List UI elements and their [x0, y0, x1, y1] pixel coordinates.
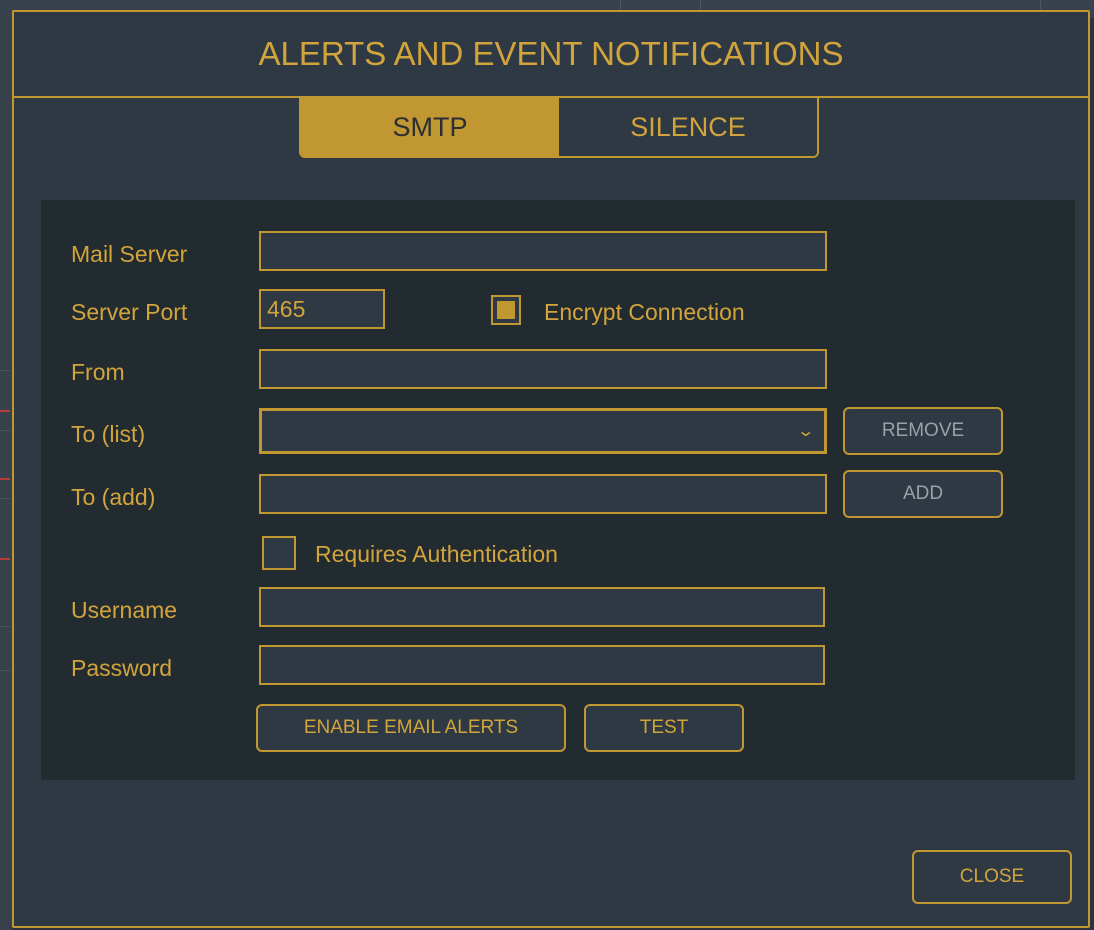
enable-email-alerts-button[interactable]: ENABLE EMAIL ALERTS — [256, 704, 566, 752]
username-input[interactable] — [259, 587, 825, 627]
to-list-dropdown[interactable]: ⌄ — [259, 408, 827, 454]
background-marker — [0, 558, 10, 560]
add-button[interactable]: ADD — [843, 470, 1003, 518]
dialog-title: ALERTS AND EVENT NOTIFICATIONS — [14, 12, 1088, 98]
from-input[interactable] — [259, 349, 827, 389]
background-app-edge — [0, 18, 12, 930]
requires-authentication-checkbox[interactable] — [262, 536, 296, 570]
background-marker — [0, 410, 10, 412]
to-list-label: To (list) — [71, 421, 146, 447]
background-divider — [0, 430, 10, 431]
mail-server-label: Mail Server — [71, 241, 188, 267]
background-divider — [0, 626, 10, 627]
password-input[interactable] — [259, 645, 825, 685]
chevron-down-icon: ⌄ — [795, 423, 815, 440]
to-add-input[interactable] — [259, 474, 827, 514]
password-label: Password — [71, 655, 172, 681]
server-port-input[interactable] — [259, 289, 385, 329]
checkbox-checked-fill — [497, 301, 515, 319]
server-port-label: Server Port — [71, 299, 188, 325]
background-divider — [0, 370, 10, 371]
tab-silence[interactable]: SILENCE — [559, 98, 817, 156]
background-divider — [0, 498, 10, 499]
remove-button[interactable]: REMOVE — [843, 407, 1003, 455]
encrypt-connection-checkbox[interactable] — [491, 295, 521, 325]
tab-smtp[interactable]: SMTP — [301, 98, 559, 156]
mail-server-input[interactable] — [259, 231, 827, 271]
tab-bar: SMTP SILENCE — [299, 98, 819, 158]
background-divider — [0, 670, 10, 671]
requires-authentication-label: Requires Authentication — [315, 541, 558, 567]
alerts-dialog: ALERTS AND EVENT NOTIFICATIONS SMTP SILE… — [12, 10, 1090, 928]
background-marker — [0, 478, 10, 480]
to-add-label: To (add) — [71, 484, 156, 510]
test-button[interactable]: TEST — [584, 704, 744, 752]
close-button[interactable]: CLOSE — [912, 850, 1072, 904]
encrypt-connection-label: Encrypt Connection — [544, 299, 745, 325]
username-label: Username — [71, 597, 178, 623]
smtp-settings-panel: Mail Server Server Port Encrypt Connecti… — [41, 200, 1075, 780]
from-label: From — [71, 359, 125, 385]
